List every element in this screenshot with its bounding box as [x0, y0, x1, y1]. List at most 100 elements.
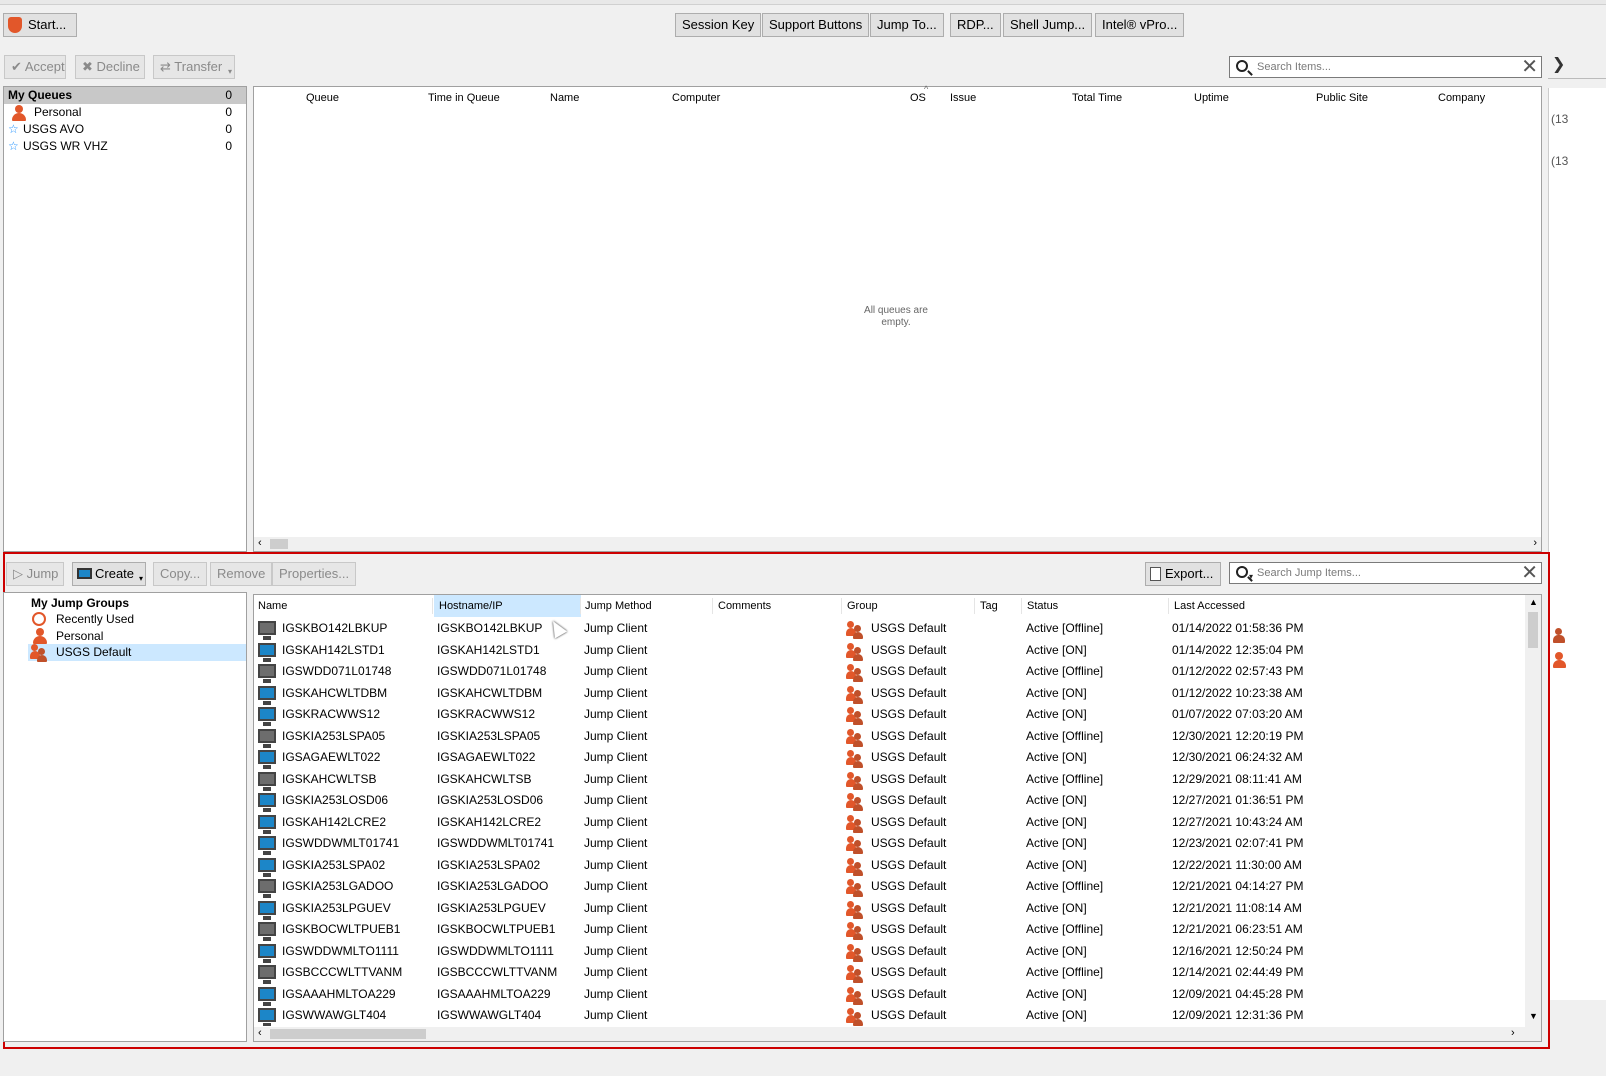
col-os[interactable]: OS	[906, 87, 926, 109]
expand-right-icon[interactable]: ❯	[1552, 55, 1566, 75]
table-row[interactable]: IGSKAH142LSTD1 IGSKAH142LSTD1 Jump Client U…	[254, 640, 1524, 662]
cell-jump-method: Jump Client	[584, 879, 648, 893]
jump-horizontal-scrollbar[interactable]: ‹ ›	[254, 1027, 1541, 1041]
decline-button[interactable]: ✖ Decline	[75, 55, 145, 79]
col-status[interactable]: Status	[1023, 595, 1058, 617]
right-edge-text-2: (13	[1551, 154, 1569, 168]
properties-button[interactable]: Properties...	[272, 562, 357, 586]
scroll-up-icon[interactable]: ▲	[1529, 597, 1538, 607]
intel-vpro-button[interactable]: Intel® vPro...	[1095, 13, 1185, 37]
table-row[interactable]: IGSKIA253LSPA05 IGSKIA253LSPA05 Jump Clien…	[254, 726, 1524, 748]
jump-button[interactable]: ▷ Jump	[6, 562, 64, 586]
chevron-down-icon: ▾	[227, 67, 232, 76]
cell-hostname: IGSKAHCWLTSB	[437, 771, 532, 786]
scroll-left-icon[interactable]: ‹	[258, 537, 262, 549]
queue-item-usgs-wr-vhz[interactable]: ☆ USGS WR VHZ 0	[8, 138, 246, 155]
support-buttons-button[interactable]: Support Buttons	[762, 13, 870, 37]
col-total-time[interactable]: Total Time	[1068, 87, 1122, 109]
cell-group: USGS Default	[871, 922, 947, 936]
jump-to-button[interactable]: Jump To...	[870, 13, 944, 37]
col-issue[interactable]: Issue	[946, 87, 976, 109]
col-company[interactable]: Company	[1434, 87, 1485, 109]
table-row[interactable]: IGSWDDWMLTO1111 IGSWDDWMLTO1111 Jump Clien…	[254, 941, 1524, 963]
col-computer[interactable]: Computer	[668, 87, 720, 109]
cell-hostname: IGSWWAWGLT404	[437, 1008, 542, 1022]
cell-group: USGS Default	[871, 965, 947, 979]
group-icon	[846, 836, 864, 854]
cell-hostname: IGSKRACWWS12	[437, 707, 536, 721]
cell-name: IGSKIA253LPGUEV	[282, 900, 391, 915]
copy-button[interactable]: Copy...	[153, 562, 208, 586]
table-row[interactable]: IGSKIA253LGADOO IGSKIA253LGADOO Jump Clien…	[254, 876, 1524, 898]
cell-name: IGSWDDWMLTO1111	[282, 943, 399, 958]
export-button[interactable]: Export...	[1145, 562, 1221, 586]
computer-icon	[258, 1008, 276, 1026]
cell-status: Active [ON]	[1026, 793, 1087, 807]
table-row[interactable]: IGSKIA253LSPA02 IGSKIA253LSPA02 Jump Clien…	[254, 855, 1524, 877]
scroll-right-icon[interactable]: ›	[1533, 537, 1537, 549]
shell-jump-button[interactable]: Shell Jump...	[1003, 13, 1093, 37]
create-button[interactable]: Create ▾	[72, 562, 146, 586]
jump-search-input[interactable]: ▾ Search Jump Items... ✕	[1229, 562, 1542, 584]
col-group[interactable]: Group	[843, 595, 878, 617]
table-row[interactable]: IGSKAHCWLTDBM IGSKAHCWLTDBM Jump Client USG…	[254, 683, 1524, 705]
jump-group-recently-used[interactable]: Recently Used	[28, 611, 246, 628]
computer-icon	[258, 750, 276, 769]
cell-last-accessed: 12/16/2021 12:50:24 PM	[1172, 943, 1304, 958]
table-row[interactable]: IGSKAHCWLTSB IGSKAHCWLTSB Jump Client USGS …	[254, 769, 1524, 791]
check-icon: ✔	[11, 59, 22, 74]
col-last-accessed[interactable]: Last Accessed	[1170, 595, 1245, 617]
vertical-scroll-thumb[interactable]	[1528, 612, 1538, 648]
session-key-button[interactable]: Session Key	[675, 13, 762, 37]
table-row[interactable]: IGSWWAWGLT404 IGSWWAWGLT404 Jump Client USG…	[254, 1005, 1524, 1026]
rdp-button[interactable]: RDP...	[950, 13, 1001, 37]
col-time-in-queue[interactable]: Time in Queue	[424, 87, 500, 109]
col-uptime[interactable]: Uptime	[1190, 87, 1229, 109]
jump-group-usgs-default[interactable]: USGS Default	[28, 644, 246, 662]
accept-button[interactable]: ✔ Accept	[4, 55, 66, 79]
queue-item-personal[interactable]: Personal 0	[8, 104, 246, 121]
scroll-down-icon[interactable]: ▼	[1529, 1011, 1538, 1021]
clear-search-icon[interactable]: ✕	[1521, 57, 1538, 77]
jump-group-personal[interactable]: Personal	[28, 628, 246, 645]
scroll-right-icon[interactable]: ›	[1511, 1027, 1515, 1039]
queue-item-usgs-avo[interactable]: ☆ USGS AVO 0	[8, 121, 246, 138]
table-row[interactable]: IGSWDDWMLT01741 IGSWDDWMLT01741 Jump Clien…	[254, 833, 1524, 855]
col-name[interactable]: Name	[546, 87, 579, 109]
jump-vertical-scrollbar[interactable]: ▲ ▼	[1525, 595, 1541, 1027]
horizontal-scroll-thumb[interactable]	[270, 1029, 426, 1039]
queue-search-input[interactable]: Search Items... ✕	[1229, 56, 1542, 78]
table-row[interactable]: IGSKAH142LCRE2 IGSKAH142LCRE2 Jump Client U…	[254, 812, 1524, 834]
table-row[interactable]: IGSWDD071L01748 IGSWDD071L01748 Jump Clien…	[254, 661, 1524, 683]
scroll-thumb[interactable]	[270, 539, 288, 549]
table-row[interactable]: IGSKIA253LOSD06 IGSKIA253LOSD06 Jump Clien…	[254, 790, 1524, 812]
table-row[interactable]: IGSKBO142LBKUP IGSKBO142LBKUP Jump Client U…	[254, 618, 1524, 640]
table-row[interactable]: IGSKRACWWS12 IGSKRACWWS12 Jump Client USGS …	[254, 704, 1524, 726]
remove-button[interactable]: Remove	[210, 562, 273, 586]
table-row[interactable]: IGSBCCCWLTTVANM IGSBCCCWLTTVANM Jump Clien…	[254, 962, 1524, 984]
my-queues-heading[interactable]: My Queues 0	[4, 87, 246, 104]
col-jump-method[interactable]: Jump Method	[581, 595, 652, 617]
col-tag[interactable]: Tag	[976, 595, 998, 617]
cell-last-accessed: 12/14/2021 02:44:49 PM	[1172, 965, 1304, 979]
start-button[interactable]: Start...	[3, 13, 77, 37]
table-row[interactable]: IGSAAAHMLTOA229 IGSAAAHMLTOA229 Jump Clien…	[254, 984, 1524, 1006]
cell-jump-method: Jump Client	[584, 943, 648, 958]
table-row[interactable]: IGSAGAEWLT022 IGSAGAEWLT022 Jump Client USG…	[254, 747, 1524, 769]
table-row[interactable]: IGSKBOCWLTPUEB1 IGSKBOCWLTPUEB1 Jump Clien…	[254, 919, 1524, 941]
col-hostname-ip[interactable]: Hostname/IP	[435, 595, 503, 617]
col-public-site[interactable]: Public Site	[1312, 87, 1368, 109]
queue-horizontal-scrollbar[interactable]: ‹ ›	[254, 537, 1541, 551]
group-icon	[846, 943, 864, 962]
col-queue[interactable]: Queue	[302, 87, 339, 109]
col-comments[interactable]: Comments	[714, 595, 771, 617]
cell-status: Active [ON]	[1026, 1008, 1087, 1022]
computer-icon	[258, 836, 276, 855]
col-name[interactable]: Name	[254, 595, 287, 617]
transfer-button[interactable]: ⇄ Transfer ▾	[153, 55, 235, 79]
table-row[interactable]: IGSKIA253LPGUEV IGSKIA253LPGUEV Jump Clien…	[254, 898, 1524, 920]
cell-group: USGS Default	[871, 1008, 947, 1022]
cell-group: USGS Default	[871, 642, 947, 657]
scroll-left-icon[interactable]: ‹	[258, 1027, 262, 1039]
clear-search-icon[interactable]: ✕	[1521, 563, 1538, 583]
